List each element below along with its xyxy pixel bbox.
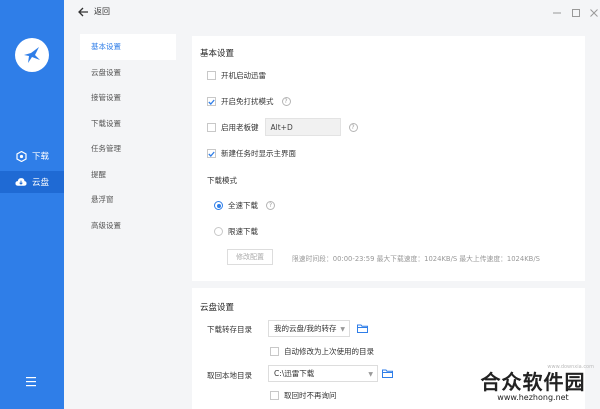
- nav-download-settings[interactable]: 下载设置: [80, 111, 176, 137]
- arrow-left-icon: [78, 7, 88, 16]
- help-icon[interactable]: ?: [266, 201, 275, 210]
- nav-advanced-settings[interactable]: 高级设置: [80, 213, 176, 239]
- auto-modify-label: 自动修改为上次使用的目录: [284, 347, 374, 356]
- hamburger-menu-icon[interactable]: [24, 376, 38, 388]
- nav-cloud-settings[interactable]: 云盘设置: [80, 60, 176, 86]
- limited-speed-option[interactable]: 限速下载: [214, 226, 258, 237]
- top-bar: 返回: [64, 0, 600, 28]
- back-button[interactable]: 返回: [78, 6, 110, 17]
- full-speed-label: 全速下载: [228, 201, 258, 210]
- boss-key-hotkey-input[interactable]: Alt+D: [264, 118, 341, 136]
- watermark-small-url: www.downxia.com: [547, 364, 594, 370]
- limited-speed-label: 限速下载: [228, 227, 258, 236]
- show-main-checkbox[interactable]: [207, 149, 216, 158]
- nav-takeover-settings[interactable]: 接管设置: [80, 85, 176, 111]
- chevron-down-icon: ▼: [368, 371, 373, 378]
- auto-modify-option[interactable]: 自动修改为上次使用的目录: [270, 346, 374, 357]
- sidebar-item-label: 云盘: [32, 178, 50, 188]
- boss-key-label: 启用老板键: [221, 122, 259, 132]
- nav-floating-window[interactable]: 悬浮窗: [80, 187, 176, 213]
- transfer-dir-value: 我的云盘/我的转存: [274, 324, 337, 333]
- close-icon[interactable]: [588, 7, 600, 19]
- edit-config-button[interactable]: 修改配置: [227, 249, 273, 265]
- section-title: 云盘设置: [200, 303, 235, 313]
- watermark: www.downxia.com 合众软件园 www.hezhong.net: [468, 364, 598, 402]
- boss-key-option[interactable]: 启用老板键 Alt+D ?: [207, 118, 358, 136]
- autostart-label: 开机启动迅雷: [221, 71, 266, 80]
- thunder-bird-logo-icon[interactable]: [15, 38, 49, 72]
- sidebar-item-cloud[interactable]: 云盘: [0, 171, 64, 193]
- no-disturb-option[interactable]: 开启免打扰模式 ?: [207, 96, 291, 107]
- help-icon[interactable]: ?: [281, 97, 291, 106]
- show-main-option[interactable]: 新建任务时显示主界面: [207, 148, 296, 159]
- full-speed-radio[interactable]: [214, 201, 223, 210]
- no-ask-checkbox[interactable]: [270, 391, 279, 400]
- limited-speed-radio[interactable]: [214, 227, 223, 236]
- cloud-icon: [15, 176, 27, 188]
- settings-nav: 基本设置 云盘设置 接管设置 下载设置 任务管理 提醒 悬浮窗 高级设置: [80, 34, 176, 238]
- download-icon: [15, 150, 27, 162]
- help-icon[interactable]: ?: [348, 122, 358, 132]
- local-dir-select[interactable]: C:\迅雷下载 ▼: [268, 365, 378, 382]
- auto-modify-checkbox[interactable]: [270, 347, 279, 356]
- back-label: 返回: [94, 7, 110, 16]
- sidebar-item-label: 下载: [32, 152, 50, 162]
- local-dir-value: C:\迅雷下载: [274, 369, 315, 378]
- local-dir-label: 取回本地目录: [207, 371, 252, 380]
- nav-task-management[interactable]: 任务管理: [80, 136, 176, 162]
- check-icon: [208, 99, 215, 105]
- check-icon: [208, 151, 215, 157]
- no-ask-option[interactable]: 取回时不再询问: [270, 390, 337, 401]
- autostart-checkbox[interactable]: [207, 71, 216, 80]
- autostart-option[interactable]: 开机启动迅雷: [207, 70, 266, 81]
- show-main-label: 新建任务时显示主界面: [221, 149, 296, 158]
- transfer-dir-label: 下载转存目录: [207, 325, 252, 334]
- nav-basic-settings[interactable]: 基本设置: [80, 34, 176, 60]
- maximize-icon[interactable]: [570, 7, 582, 19]
- sidebar-item-download[interactable]: 下载: [0, 145, 64, 167]
- nav-reminder[interactable]: 提醒: [80, 162, 176, 188]
- folder-icon[interactable]: [357, 324, 368, 333]
- boss-key-checkbox[interactable]: [207, 122, 216, 132]
- basic-settings-panel: 基本设置 开机启动迅雷 开启免打扰模式 ? 启用老板键 Alt+D ? 新建任务…: [192, 36, 585, 281]
- transfer-dir-select[interactable]: 我的云盘/我的转存 ▼: [268, 320, 350, 337]
- download-mode-title: 下载模式: [207, 176, 237, 185]
- watermark-title: 合众软件园: [480, 370, 586, 394]
- speed-limit-info: 限速时间段：00:00-23:59 最大下载速度：1024KB/S 最大上传速度…: [292, 255, 540, 263]
- full-speed-option[interactable]: 全速下载 ?: [214, 200, 275, 211]
- folder-icon[interactable]: [382, 369, 393, 378]
- app-sidebar: 下载 云盘: [0, 0, 64, 409]
- no-disturb-label: 开启免打扰模式: [221, 97, 274, 106]
- no-disturb-checkbox[interactable]: [207, 97, 216, 106]
- no-ask-label: 取回时不再询问: [284, 391, 337, 400]
- minimize-icon[interactable]: [551, 7, 563, 19]
- chevron-down-icon: ▼: [340, 326, 345, 333]
- section-title: 基本设置: [200, 49, 235, 59]
